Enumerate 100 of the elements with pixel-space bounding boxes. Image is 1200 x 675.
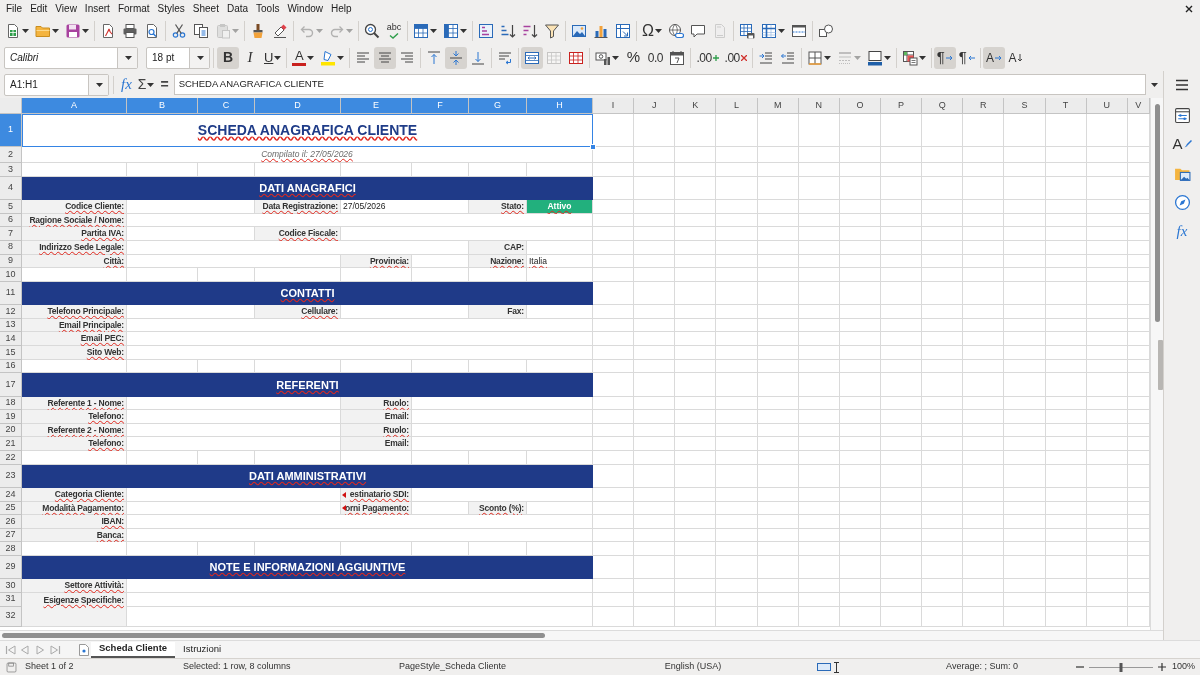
column-header[interactable]: P — [881, 98, 923, 114]
menu-item[interactable]: Data — [222, 0, 253, 18]
row-header[interactable]: 1 — [0, 114, 22, 147]
row-header[interactable]: 14 — [0, 332, 22, 347]
column-header[interactable]: U — [1086, 98, 1128, 114]
input-cell[interactable] — [341, 227, 593, 241]
column-header[interactable]: O — [839, 98, 881, 114]
input-cell[interactable] — [127, 579, 593, 593]
text-ttb-button[interactable]: A — [1004, 46, 1027, 69]
input-cell[interactable] — [127, 346, 593, 360]
menu-item[interactable]: View — [51, 0, 81, 18]
fill-handle[interactable] — [590, 144, 596, 150]
row-header[interactable]: 10 — [0, 268, 22, 282]
sheet-tab[interactable]: Istruzioni — [175, 641, 230, 658]
name-box[interactable]: A1:H1 — [4, 73, 109, 96]
dropdown-button[interactable] — [189, 47, 209, 68]
menu-item[interactable]: Insert — [80, 0, 114, 18]
row-header[interactable]: 30 — [0, 579, 22, 593]
formula-input[interactable]: SCHEDA ANAGRAFICA CLIENTE — [173, 74, 1146, 95]
column-header[interactable]: J — [634, 98, 676, 114]
scrollbar-thumb[interactable] — [1154, 104, 1160, 322]
special-character-button[interactable]: Ω — [639, 20, 665, 42]
input-cell[interactable] — [412, 410, 593, 424]
underline-button[interactable]: U — [261, 46, 285, 69]
delete-decimal-button[interactable]: .00 — [721, 46, 750, 69]
row-header[interactable]: 11 — [0, 281, 22, 306]
row-header[interactable]: 26 — [0, 515, 22, 529]
input-cell[interactable] — [127, 437, 341, 451]
row-header[interactable]: 7 — [0, 227, 22, 241]
menu-item[interactable]: Tools — [252, 0, 284, 18]
function-wizard-button[interactable]: fx — [118, 74, 135, 95]
column-header[interactable]: T — [1045, 98, 1087, 114]
row-header[interactable]: 3 — [0, 163, 22, 177]
column-header[interactable]: V — [1127, 98, 1150, 114]
last-sheet-button[interactable] — [48, 642, 63, 657]
column-header[interactable]: F — [412, 98, 469, 114]
menu-item[interactable]: Help — [327, 0, 356, 18]
input-cell[interactable] — [127, 410, 341, 424]
input-cell[interactable] — [127, 227, 255, 241]
column-header[interactable]: Q — [922, 98, 964, 114]
input-cell[interactable] — [127, 332, 593, 347]
column-header[interactable]: A — [22, 98, 127, 114]
paragraph-rtl-button[interactable]: ¶ — [955, 46, 978, 69]
column-header[interactable]: B — [127, 98, 198, 114]
dropdown-button[interactable] — [88, 74, 108, 95]
functions-deck-button[interactable]: fx — [1169, 220, 1195, 242]
column-header[interactable]: K — [675, 98, 717, 114]
column-header[interactable]: S — [1004, 98, 1046, 114]
column-header[interactable]: G — [469, 98, 527, 114]
paragraph-ltr-button[interactable]: ¶ — [933, 46, 956, 69]
column-header[interactable]: M — [757, 98, 799, 114]
row-header[interactable]: 12 — [0, 305, 22, 319]
row-header[interactable]: 28 — [0, 542, 22, 556]
row-header[interactable]: 19 — [0, 410, 22, 424]
sum-button[interactable]: Σ — [134, 74, 158, 95]
row-header[interactable]: 32 — [0, 606, 22, 627]
font-name-box[interactable]: Calibri — [4, 46, 138, 69]
select-all-corner[interactable] — [0, 98, 22, 114]
text-ltr-button[interactable]: A — [982, 46, 1005, 69]
row-header[interactable]: 29 — [0, 555, 22, 580]
add-sheet-button[interactable] — [77, 642, 91, 657]
input-cell[interactable] — [127, 305, 255, 319]
row-header[interactable]: 23 — [0, 464, 22, 488]
scrollbar-thumb[interactable] — [2, 633, 545, 638]
row-header[interactable]: 4 — [0, 176, 22, 200]
menu-item[interactable]: Format — [113, 0, 154, 18]
add-decimal-button[interactable]: .00 — [693, 46, 722, 69]
spelling-button[interactable]: abc — [383, 20, 405, 42]
row-header[interactable]: 21 — [0, 437, 22, 451]
slider-thumb[interactable] — [1119, 662, 1123, 672]
dropdown-button[interactable] — [117, 47, 137, 68]
merge-center-button[interactable] — [521, 46, 544, 69]
menu-item[interactable]: Edit — [26, 0, 52, 18]
first-sheet-button[interactable] — [3, 642, 18, 657]
column-header[interactable]: C — [198, 98, 255, 114]
sheet-tab[interactable]: Scheda Cliente — [91, 641, 176, 658]
input-cell[interactable] — [341, 305, 469, 319]
styles-deck-button[interactable]: A — [1169, 133, 1195, 155]
row-header[interactable]: 17 — [0, 373, 22, 397]
number-button[interactable]: 0.0 — [644, 46, 667, 69]
sidebar-handle[interactable] — [1158, 340, 1163, 390]
column-header[interactable]: I — [593, 98, 635, 114]
column-header[interactable]: E — [341, 98, 412, 114]
bold-button[interactable]: B — [217, 46, 239, 69]
menu-item[interactable]: Styles — [153, 0, 189, 18]
row-header[interactable]: 15 — [0, 346, 22, 360]
formula-button[interactable]: = — [157, 74, 172, 95]
column-header[interactable]: R — [963, 98, 1005, 114]
input-cell[interactable] — [527, 305, 593, 319]
row-header[interactable]: 2 — [0, 147, 22, 163]
column-header[interactable]: D — [255, 98, 341, 114]
column-header[interactable]: H — [527, 98, 593, 114]
menu-item[interactable]: Window — [283, 0, 327, 18]
font-size-box[interactable]: 18 pt — [146, 46, 210, 69]
italic-button[interactable]: I — [239, 46, 261, 69]
column-header[interactable]: L — [716, 98, 758, 114]
input-cell[interactable] — [127, 606, 593, 627]
menu-item[interactable]: Sheet — [188, 0, 223, 18]
menu-item[interactable]: File — [2, 0, 27, 18]
column-header[interactable]: N — [798, 98, 840, 114]
